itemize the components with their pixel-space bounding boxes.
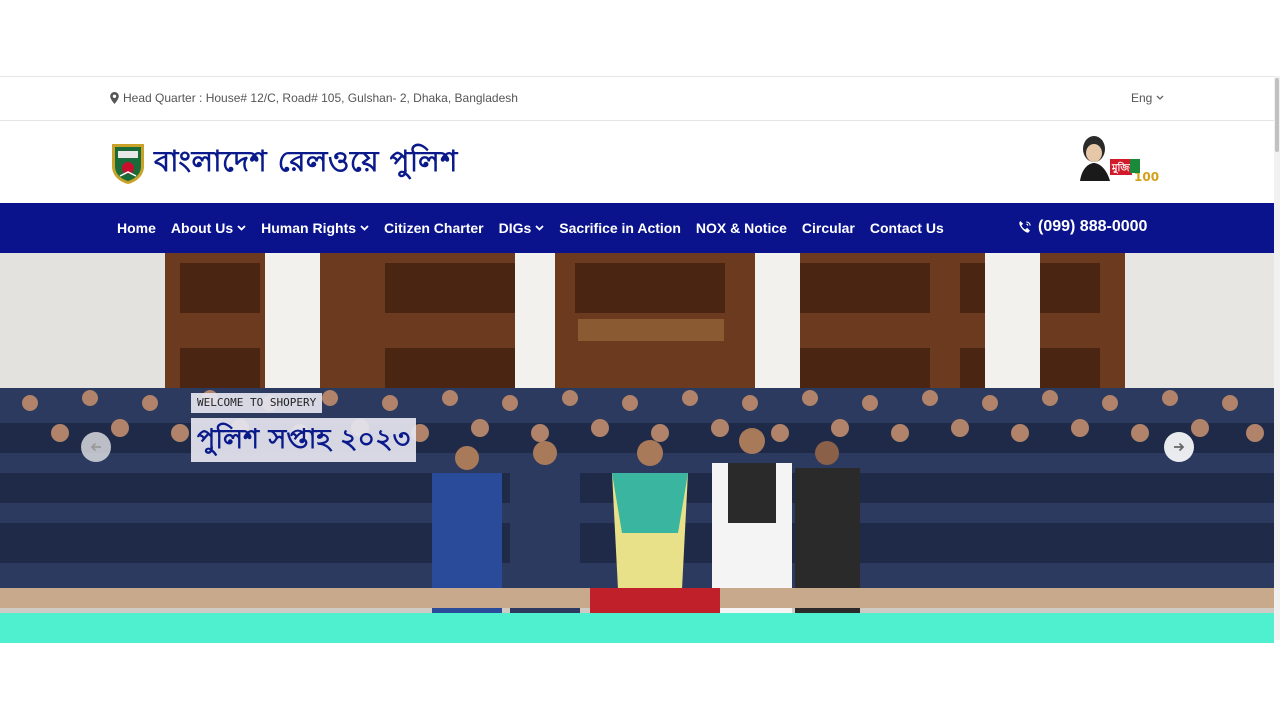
police-badge-icon — [112, 143, 144, 184]
slide-title: পুলিশ সপ্তাহ ২০২৩ — [191, 418, 417, 462]
page-scrollbar[interactable] — [1274, 76, 1280, 640]
main-nav: Home About Us Human Rights Citizen Chart… — [0, 203, 1274, 253]
nav-label: DIGs — [498, 220, 532, 236]
chevron-down-icon — [360, 225, 369, 231]
nav-item-home[interactable]: Home — [117, 220, 156, 236]
chevron-down-icon — [1156, 95, 1164, 100]
nav-label: Circular — [801, 220, 855, 236]
nav-item-contact-us[interactable]: Contact Us — [870, 220, 944, 236]
nav-item-citizen-charter[interactable]: Citizen Charter — [384, 220, 484, 236]
mujib-100-logo: মুজিব 100 — [1080, 136, 1159, 184]
nav-label: Home — [117, 220, 156, 236]
nav-item-about-us[interactable]: About Us — [171, 220, 246, 236]
nav-label: Human Rights — [261, 220, 357, 236]
site-title: বাংলাদেশ রেলওয়ে পুলিশ — [154, 144, 458, 178]
nav-label: Sacrifice in Action — [559, 220, 681, 236]
arrow-right-icon — [1174, 442, 1185, 452]
nav-label: NOX & Notice — [695, 220, 787, 236]
nav-item-nox-notice[interactable]: NOX & Notice — [696, 220, 787, 236]
arrow-left-icon — [90, 442, 101, 452]
nav-label: Contact Us — [869, 220, 944, 236]
slider-next-button[interactable] — [1164, 432, 1194, 462]
phone-number: (099) 888-0000 — [1038, 218, 1148, 235]
address-text: Head Quarter : House# 12/C, Road# 105, G… — [123, 91, 518, 105]
scrollbar-thumb[interactable] — [1275, 78, 1279, 152]
nav-item-digs[interactable]: DIGs — [499, 220, 545, 236]
language-selector[interactable]: Eng — [1131, 91, 1164, 105]
language-label: Eng — [1131, 91, 1153, 105]
nav-label: Citizen Charter — [384, 220, 484, 236]
nav-item-sacrifice-in-action[interactable]: Sacrifice in Action — [559, 220, 681, 236]
nav-item-circular[interactable]: Circular — [802, 220, 855, 236]
address: Head Quarter : House# 12/C, Road# 105, G… — [110, 91, 518, 105]
phone-icon — [1019, 220, 1031, 233]
chevron-down-icon — [237, 225, 246, 231]
map-pin-icon — [110, 92, 119, 104]
site-logo[interactable]: বাংলাদেশ রেলওয়ে পুলিশ — [110, 139, 458, 188]
phone-contact[interactable]: (099) 888-0000 — [1017, 218, 1147, 236]
slide-kicker: WELCOME TO SHOPERY — [191, 393, 323, 413]
chevron-down-icon — [535, 225, 544, 231]
slider-prev-button[interactable] — [81, 432, 111, 462]
nav-label: About Us — [170, 220, 234, 236]
site-header: বাংলাদেশ রেলওয়ে পুলিশ মুজিব 100 — [0, 121, 1274, 203]
page: Head Quarter : House# 12/C, Road# 105, G… — [0, 0, 1280, 720]
top-info-bar: Head Quarter : House# 12/C, Road# 105, G… — [0, 76, 1274, 121]
nav-menu: Home About Us Human Rights Citizen Chart… — [117, 203, 944, 253]
nav-item-human-rights[interactable]: Human Rights — [261, 220, 369, 236]
